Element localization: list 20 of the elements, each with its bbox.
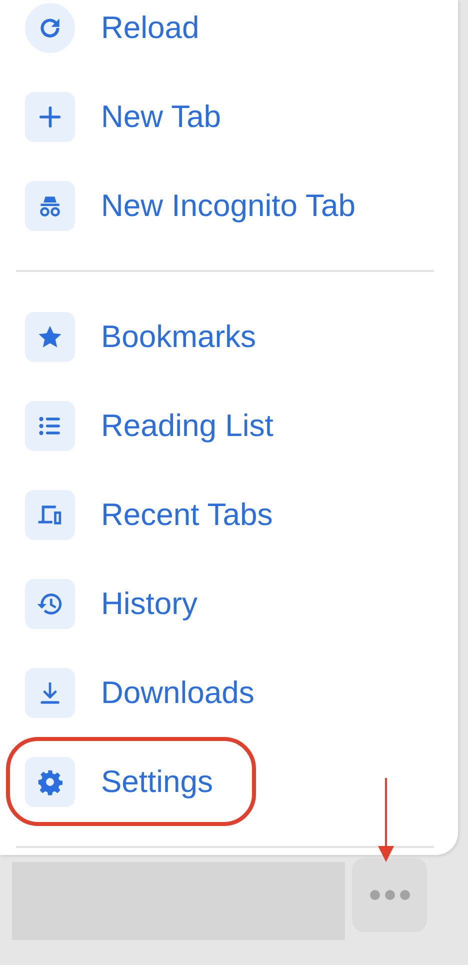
menu-item[interactable]: New Tab (101, 98, 222, 134)
menu-item[interactable]: Recent Tabs (101, 496, 273, 532)
menu-item-icon (25, 2, 75, 52)
menu-item[interactable]: Settings (101, 764, 214, 800)
menu-item[interactable]: Downloads (101, 674, 254, 710)
menu-item-icon (25, 400, 75, 450)
menu-item-icon (25, 92, 75, 142)
menu-item[interactable]: Reload (101, 10, 200, 46)
menu-item[interactable]: New Incognito Tab (101, 188, 356, 224)
menu-item-icon (25, 668, 75, 718)
menu-item-icon (25, 578, 75, 628)
more-button[interactable] (352, 858, 427, 932)
menu-item-icon (25, 312, 75, 362)
menu-item-icon (25, 490, 75, 540)
menu-item-icon (25, 180, 75, 230)
menu-item[interactable]: History (101, 586, 198, 622)
menu-item-icon (25, 756, 75, 806)
menu-item[interactable]: Bookmarks (101, 318, 256, 354)
menu-item[interactable]: Reading List (101, 408, 274, 444)
more-icon (368, 888, 412, 902)
